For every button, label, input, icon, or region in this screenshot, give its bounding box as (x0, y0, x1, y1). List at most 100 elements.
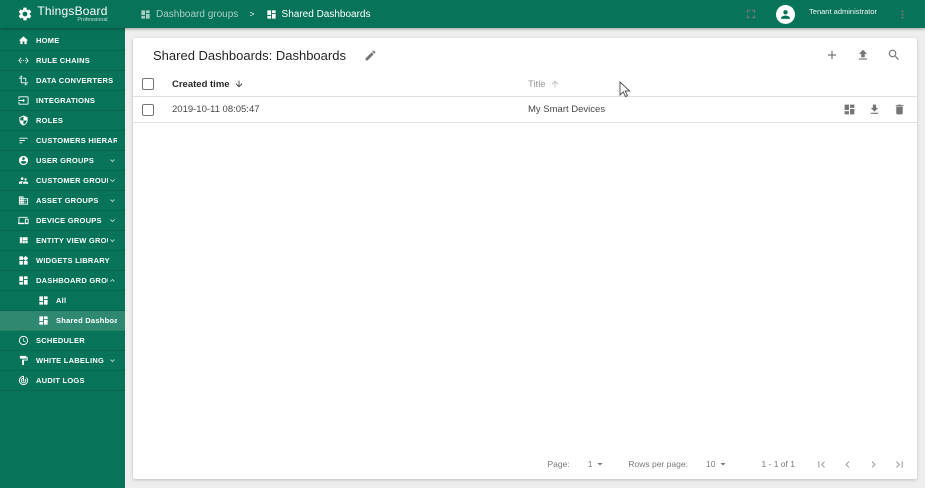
white-labeling-icon (18, 355, 29, 366)
sidebar-item-widgets-library[interactable]: WIDGETS LIBRARY (0, 251, 125, 271)
select-all-checkbox[interactable] (142, 78, 154, 90)
sidebar-item-home[interactable]: HOME (0, 31, 125, 51)
app-logo[interactable]: ThingsBoard Professional (0, 0, 125, 28)
chevron-down-icon (108, 216, 117, 225)
last-page-button[interactable] (891, 456, 907, 472)
column-label: Created time (172, 78, 230, 90)
sidebar-item-label: ENTITY VIEW GROUPS (36, 236, 108, 245)
sidebar-item-scheduler[interactable]: SCHEDULER (0, 331, 125, 351)
widgets-library-icon (18, 255, 29, 266)
table-row[interactable]: 2019-10-11 08:05:47 My Smart Devices (133, 97, 917, 123)
top-bar: ThingsBoard Professional Dashboard group… (0, 0, 925, 28)
next-page-button[interactable] (865, 456, 881, 472)
sidebar-item-entity-view-groups[interactable]: ENTITY VIEW GROUPS (0, 231, 125, 251)
data-converters-icon (18, 75, 29, 86)
add-dashboard-button[interactable] (821, 44, 843, 66)
sidebar-item-customer-groups[interactable]: CUSTOMER GROUPS (0, 171, 125, 191)
sidebar-item-audit-logs[interactable]: AUDIT LOGS (0, 371, 125, 391)
rows-per-page-label: Rows per page: (628, 459, 688, 469)
sidebar-item-label: Shared Dashboards (56, 316, 117, 325)
sidebar-item-shared-dashboards[interactable]: Shared Dashboards (0, 311, 125, 331)
sidebar-item-label: AUDIT LOGS (36, 376, 85, 385)
audit-logs-icon (18, 375, 29, 386)
integrations-icon (18, 95, 29, 106)
sort-asc-arrow-icon (550, 79, 560, 89)
pagination-range: 1 - 1 of 1 (761, 459, 795, 469)
sidebar-item-dashboard-groups[interactable]: DASHBOARD GROUPS (0, 271, 125, 291)
column-header-created-time[interactable]: Created time (172, 79, 528, 90)
page-label: Page: (547, 459, 570, 469)
avatar[interactable] (776, 4, 796, 24)
breadcrumb: Dashboard groups > Shared Dashboards (140, 9, 371, 20)
last-page-icon (893, 458, 906, 471)
chevron-down-icon (108, 356, 117, 365)
chevron-down-icon (108, 196, 117, 205)
upload-icon (856, 48, 870, 62)
sidebar-item-label: USER GROUPS (36, 156, 95, 165)
sidebar: HOME RULE CHAINS DATA CONVERTERS INTEGRA… (0, 28, 125, 488)
table-header: Created time Title (133, 72, 917, 97)
dashboard-groups-icon (18, 275, 29, 286)
rows-per-page-value: 10 (705, 459, 716, 469)
title-cell: My Smart Devices (528, 104, 606, 115)
rule-chains-icon (18, 55, 29, 66)
previous-page-button[interactable] (839, 456, 855, 472)
chevron-down-icon (108, 156, 117, 165)
sidebar-item-label: All (56, 296, 67, 305)
sidebar-item-user-groups[interactable]: USER GROUPS (0, 151, 125, 171)
thingsboard-logo-icon (17, 6, 33, 22)
page-select[interactable]: 1 (588, 458, 607, 470)
rows-per-page-select[interactable]: 10 (706, 458, 729, 470)
trash-icon (893, 103, 906, 116)
dashboard-icon (38, 315, 49, 326)
import-dashboard-button[interactable] (852, 44, 874, 66)
column-label: Title (528, 78, 546, 90)
sidebar-item-roles[interactable]: ROLES (0, 111, 125, 131)
user-name: Tenant administrator (809, 7, 877, 16)
device-groups-icon (18, 215, 29, 226)
sidebar-item-label: ROLES (36, 116, 64, 125)
chevron-left-icon (841, 458, 854, 471)
sidebar-item-device-groups[interactable]: DEVICE GROUPS (0, 211, 125, 231)
dashboard-icon (140, 9, 151, 20)
sidebar-item-all-dashboards[interactable]: All (0, 291, 125, 311)
chevron-down-icon (108, 236, 117, 245)
chevron-up-icon (108, 276, 117, 285)
download-icon (868, 103, 881, 116)
more-menu-button[interactable] (891, 3, 913, 25)
search-icon (887, 48, 901, 62)
sidebar-item-label: SCHEDULER (36, 336, 85, 345)
sidebar-item-integrations[interactable]: INTEGRATIONS (0, 91, 125, 111)
plus-icon (825, 48, 839, 62)
table-empty-area (133, 123, 917, 449)
more-vert-icon (896, 8, 909, 21)
export-dashboard-button[interactable] (866, 102, 882, 118)
sidebar-item-rule-chains[interactable]: RULE CHAINS (0, 51, 125, 71)
breadcrumb-shared-dashboards[interactable]: Shared Dashboards (266, 9, 371, 20)
entity-view-groups-icon (18, 235, 29, 246)
person-icon (779, 8, 792, 21)
dashboard-icon (843, 103, 856, 116)
sidebar-item-data-converters[interactable]: DATA CONVERTERS (0, 71, 125, 91)
breadcrumb-dashboard-groups[interactable]: Dashboard groups (140, 9, 238, 20)
first-page-button[interactable] (813, 456, 829, 472)
column-header-title[interactable]: Title (528, 79, 907, 90)
sidebar-item-white-labeling[interactable]: WHITE LABELING (0, 351, 125, 371)
open-dashboards-button[interactable] (841, 102, 857, 118)
row-checkbox[interactable] (142, 103, 154, 116)
sidebar-item-label: INTEGRATIONS (36, 96, 96, 105)
search-button[interactable] (883, 44, 905, 66)
dashboard-icon (266, 9, 277, 20)
pagination-bar: Page: 1 Rows per page: 10 1 - 1 of 1 (133, 449, 917, 479)
sidebar-item-label: DEVICE GROUPS (36, 216, 102, 225)
sidebar-item-label: WIDGETS LIBRARY (36, 256, 110, 265)
sidebar-item-customers-hierarchy[interactable]: CUSTOMERS HIERARCHY (0, 131, 125, 151)
delete-dashboard-button[interactable] (891, 102, 907, 118)
page-value: 1 (587, 459, 593, 469)
dropdown-arrow-icon (717, 458, 729, 470)
fullscreen-button[interactable] (740, 3, 762, 25)
sidebar-item-label: CUSTOMERS HIERARCHY (36, 136, 117, 145)
edit-title-button[interactable] (360, 44, 382, 66)
sidebar-item-label: DASHBOARD GROUPS (36, 276, 108, 285)
sidebar-item-asset-groups[interactable]: ASSET GROUPS (0, 191, 125, 211)
